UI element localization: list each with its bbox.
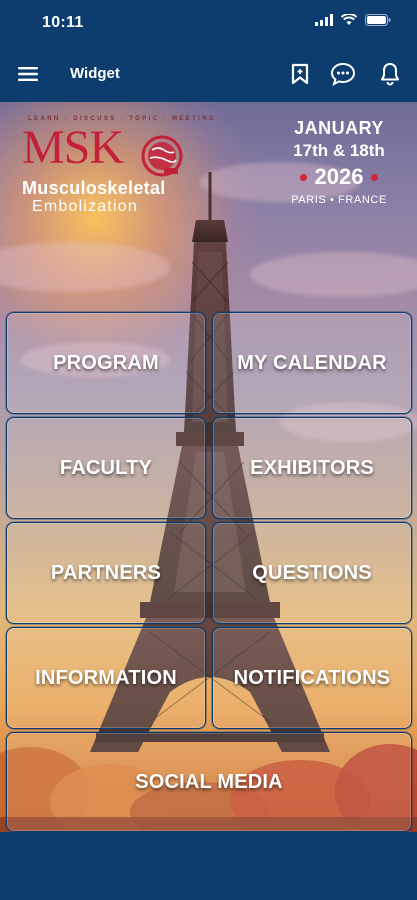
tile-label: SOCIAL MEDIA bbox=[135, 770, 283, 793]
tile-label: NOTIFICATIONS bbox=[233, 666, 391, 689]
tile-label: PROGRAM bbox=[53, 351, 159, 374]
top-nav-bar: Widget bbox=[0, 46, 417, 102]
tile-label: PARTNERS bbox=[50, 561, 162, 584]
wifi-icon bbox=[341, 14, 357, 25]
bookmark-icon bbox=[291, 63, 309, 85]
status-icons bbox=[315, 14, 391, 26]
tile-partners[interactable]: PARTNERS bbox=[6, 522, 206, 624]
event-date: JANUARY 17th & 18th 2026 PARIS • FRANCE bbox=[279, 118, 399, 206]
logo-acronym: MSK bbox=[22, 121, 124, 174]
tile-social-media[interactable]: SOCIAL MEDIA bbox=[6, 732, 412, 832]
tile-faculty[interactable]: FACULTY bbox=[6, 417, 206, 519]
status-bar: 10:11 bbox=[0, 0, 417, 46]
tile-exhibitors[interactable]: EXHIBITORS bbox=[212, 417, 412, 519]
event-logo: LEARN · DISCUSS · TOPIC · MEETING MSK Mu… bbox=[22, 116, 214, 216]
signal-icon bbox=[315, 14, 333, 26]
tile-questions[interactable]: QUESTIONS bbox=[212, 522, 412, 624]
tile-label: FACULTY bbox=[59, 456, 153, 479]
battery-icon bbox=[365, 14, 391, 26]
event-year-row: 2026 bbox=[279, 164, 399, 190]
logo-line-1: Musculoskeletal bbox=[22, 178, 166, 198]
tile-information[interactable]: INFORMATION bbox=[6, 627, 206, 729]
tile-label: INFORMATION bbox=[35, 666, 177, 689]
bell-icon bbox=[381, 63, 399, 86]
bookmark-button[interactable] bbox=[286, 60, 314, 88]
tile-my-calendar[interactable]: MY CALENDAR bbox=[212, 312, 412, 414]
tile-program[interactable]: PROGRAM bbox=[6, 312, 206, 414]
notifications-button[interactable] bbox=[376, 60, 404, 88]
logo-line-2: Embolization bbox=[32, 198, 139, 215]
red-dot-icon bbox=[371, 173, 379, 181]
tile-label: QUESTIONS bbox=[252, 561, 372, 584]
event-year: 2026 bbox=[314, 164, 364, 189]
red-dot-icon bbox=[299, 173, 307, 181]
event-location: PARIS • FRANCE bbox=[291, 194, 387, 206]
menu-icon[interactable] bbox=[18, 66, 38, 82]
nav-title: Widget bbox=[70, 65, 120, 82]
hero-background: LEARN · DISCUSS · TOPIC · MEETING MSK Mu… bbox=[0, 102, 417, 832]
event-month: JANUARY bbox=[294, 118, 384, 138]
status-time: 10:11 bbox=[42, 14, 84, 31]
chat-button[interactable] bbox=[329, 60, 357, 88]
tile-label: EXHIBITORS bbox=[250, 456, 374, 479]
event-days: 17th & 18th bbox=[293, 141, 385, 160]
tile-notifications[interactable]: NOTIFICATIONS bbox=[212, 627, 412, 729]
globe-logo-icon bbox=[141, 135, 183, 177]
tile-label: MY CALENDAR bbox=[237, 351, 387, 374]
chat-icon bbox=[330, 62, 356, 86]
